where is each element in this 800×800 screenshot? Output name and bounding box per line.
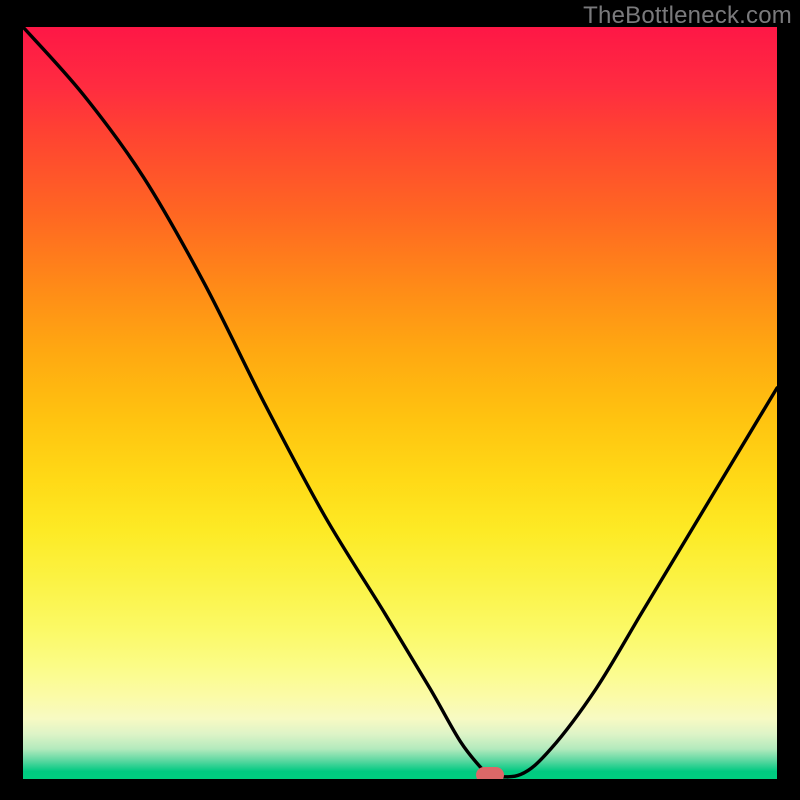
plot-area: [23, 27, 777, 779]
min-marker: [476, 767, 504, 779]
chart-container: TheBottleneck.com: [0, 0, 800, 800]
watermark-text: TheBottleneck.com: [583, 2, 792, 30]
chart-svg: [23, 27, 777, 779]
data-curve: [23, 27, 777, 777]
